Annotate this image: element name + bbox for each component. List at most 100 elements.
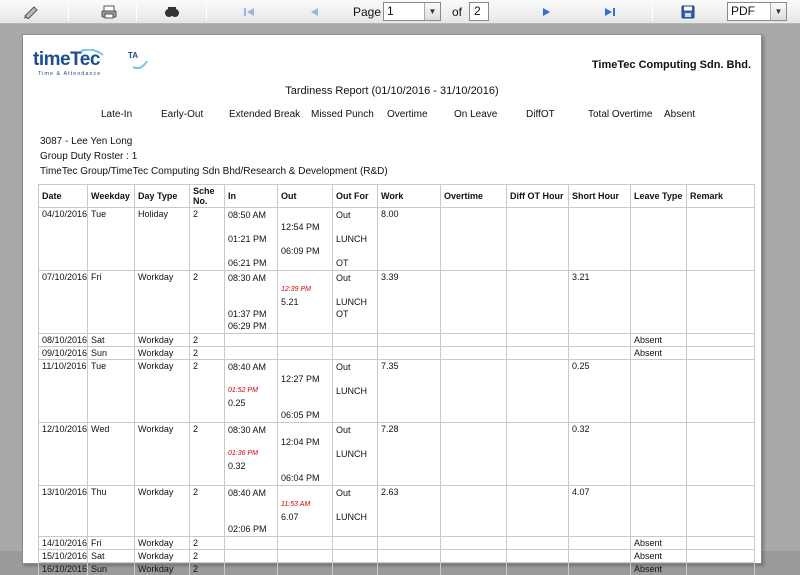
cell-remark <box>687 486 755 537</box>
export-format-select[interactable]: PDF ▼ <box>727 2 787 21</box>
empty-line <box>228 284 274 296</box>
cell-in <box>225 347 278 360</box>
empty-line <box>281 272 329 284</box>
cell-sche-no: 2 <box>190 347 225 360</box>
cell-out-for: Out LUNCH <box>333 486 378 537</box>
cell-date: 16/10/2016 <box>39 563 88 575</box>
cell-out: 12:27 PM 06:05 PM <box>278 360 333 423</box>
cell-overtime <box>441 360 507 423</box>
cell-sche-no: 2 <box>190 563 225 575</box>
logo-tagline: Time & Attendance <box>38 71 101 77</box>
find-icon[interactable] <box>163 3 181 21</box>
table-header-row: Date Weekday Day Type Sche No. In Out Ou… <box>39 185 755 208</box>
cell-remark <box>687 334 755 347</box>
late-time: 12:39 PM <box>281 284 329 296</box>
cell-weekday: Fri <box>88 271 135 334</box>
page-select-value: 1 <box>387 4 394 18</box>
cell-leave-type <box>631 271 687 334</box>
empty-line <box>228 296 274 308</box>
employee-id-name: 3087 - Lee Yen Long <box>40 136 132 147</box>
cell-in: 08:30 AM 01:36 PM0.32 <box>225 423 278 486</box>
next-page-icon[interactable] <box>538 3 556 21</box>
col-date: Date <box>39 185 88 208</box>
late-time: 11:53 AM <box>281 499 329 511</box>
empty-line <box>281 424 329 436</box>
cell-out <box>278 537 333 550</box>
punch-value: OT <box>336 308 374 320</box>
print-icon[interactable] <box>100 3 118 21</box>
first-page-icon[interactable] <box>240 3 258 21</box>
late-duration: 0.25 <box>228 397 274 409</box>
cell-work <box>378 537 441 550</box>
save-icon[interactable] <box>679 3 697 21</box>
cell-overtime <box>441 563 507 575</box>
report-canvas[interactable]: timeTec TA Time & Attendance TimeTec Com… <box>0 24 800 551</box>
cell-day-type: Holiday <box>135 208 190 271</box>
empty-line <box>336 460 374 472</box>
cell-weekday: Tue <box>88 208 135 271</box>
late-duration: 5.21 <box>281 296 329 308</box>
edit-icon[interactable] <box>22 3 40 21</box>
cell-diff-ot-hour <box>507 550 569 563</box>
punch-value: 06:29 PM <box>228 320 274 332</box>
punch-value: LUNCH <box>336 511 374 523</box>
page-select[interactable]: 1 ▼ <box>383 2 441 21</box>
department-path: TimeTec Group/TimeTec Computing Sdn Bhd/… <box>40 166 388 177</box>
empty-line <box>281 308 329 320</box>
empty-line <box>281 233 329 245</box>
cell-date: 12/10/2016 <box>39 423 88 486</box>
cell-in <box>225 334 278 347</box>
of-label: of <box>452 5 462 19</box>
cell-out: 12:54 PM 06:09 PM <box>278 208 333 271</box>
table-row: 11/10/2016TueWorkday208:40 AM 01:52 PM0.… <box>39 360 755 423</box>
cell-work <box>378 334 441 347</box>
col-leave-type: Leave Type <box>631 185 687 208</box>
last-page-icon[interactable] <box>601 3 619 21</box>
company-name: TimeTec Computing Sdn. Bhd. <box>592 59 751 71</box>
late-time: 01:52 PM <box>228 385 274 397</box>
col-remark: Remark <box>687 185 755 208</box>
cell-day-type: Workday <box>135 550 190 563</box>
cell-out-for <box>333 537 378 550</box>
empty-line <box>228 499 274 511</box>
cell-out <box>278 334 333 347</box>
cell-in <box>225 550 278 563</box>
cell-weekday: Sat <box>88 334 135 347</box>
cell-sche-no: 2 <box>190 208 225 271</box>
cell-work <box>378 550 441 563</box>
legend-on-leave: On Leave <box>454 109 497 120</box>
cell-short-hour <box>569 563 631 575</box>
cell-sche-no: 2 <box>190 271 225 334</box>
col-short-hour: Short Hour <box>569 185 631 208</box>
cell-in <box>225 537 278 550</box>
cell-out: 12:39 PM5.21 <box>278 271 333 334</box>
cell-weekday: Sun <box>88 347 135 360</box>
punch-value: LUNCH <box>336 296 374 308</box>
cell-day-type: Workday <box>135 537 190 550</box>
cell-overtime <box>441 347 507 360</box>
punch-value: 02:06 PM <box>228 523 274 535</box>
empty-line <box>336 499 374 511</box>
empty-line <box>228 436 274 448</box>
total-pages-field: 2 <box>469 2 489 21</box>
previous-page-icon[interactable] <box>305 3 323 21</box>
empty-line <box>336 397 374 409</box>
cell-short-hour: 0.25 <box>569 360 631 423</box>
empty-line <box>228 472 274 484</box>
cell-leave-type <box>631 486 687 537</box>
cell-overtime <box>441 271 507 334</box>
cell-leave-type: Absent <box>631 334 687 347</box>
cell-out-for: Out LUNCH OT <box>333 208 378 271</box>
legend-total-overtime: Total Overtime <box>588 109 652 120</box>
cell-leave-type: Absent <box>631 537 687 550</box>
cell-work <box>378 347 441 360</box>
empty-line <box>336 436 374 448</box>
cell-sche-no: 2 <box>190 550 225 563</box>
legend-missed-punch: Missed Punch <box>311 109 374 120</box>
cell-diff-ot-hour <box>507 486 569 537</box>
punch-value: Out <box>336 487 374 499</box>
cell-in: 08:50 AM 01:21 PM 06:21 PM <box>225 208 278 271</box>
empty-line <box>281 257 329 269</box>
table-row: 07/10/2016FriWorkday208:30 AM 01:37 PM06… <box>39 271 755 334</box>
empty-line <box>281 448 329 460</box>
